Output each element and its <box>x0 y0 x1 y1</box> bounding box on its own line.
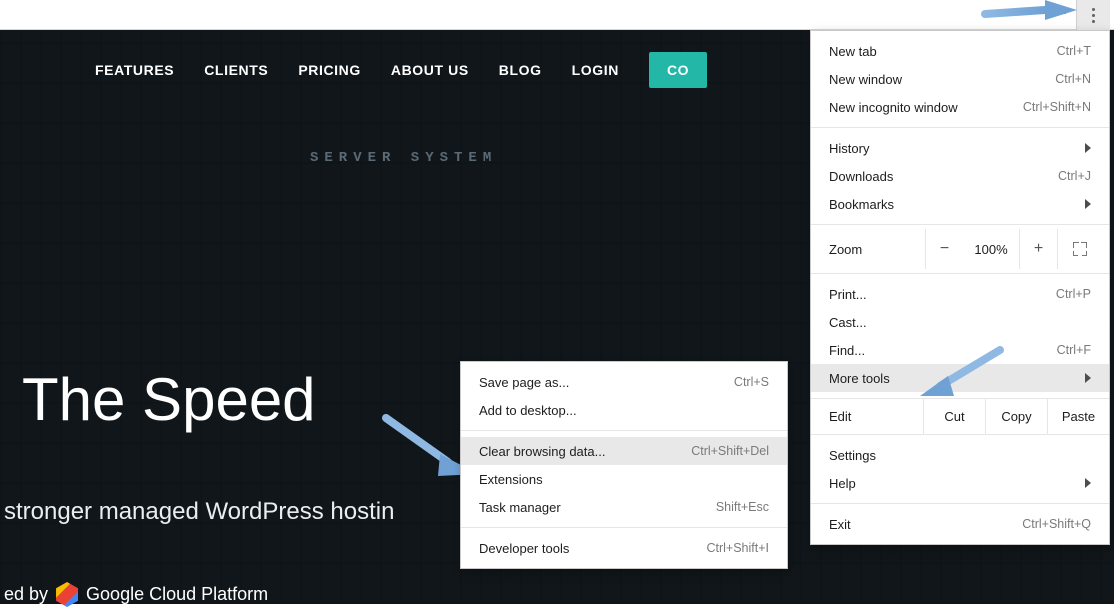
menu-bookmarks[interactable]: Bookmarks <box>811 190 1109 218</box>
menu-find[interactable]: Find... Ctrl+F <box>811 336 1109 364</box>
menu-label: Find... <box>829 343 865 358</box>
menu-shortcut: Ctrl+Shift+Q <box>1022 517 1091 531</box>
menu-label: Extensions <box>479 472 543 487</box>
nav-cta-button[interactable]: CO <box>649 52 707 88</box>
fullscreen-icon <box>1073 242 1087 256</box>
menu-label: Bookmarks <box>829 197 894 212</box>
menu-edit-row: Edit Cut Copy Paste <box>811 399 1109 435</box>
menu-label: Cast... <box>829 315 867 330</box>
nav-pricing[interactable]: PRICING <box>298 62 361 78</box>
gcp-label: Google Cloud Platform <box>86 584 268 605</box>
powered-by: ed by Google Cloud Platform <box>4 582 268 607</box>
menu-settings[interactable]: Settings <box>811 441 1109 469</box>
menu-label: New window <box>829 72 902 87</box>
submenu-save-page[interactable]: Save page as... Ctrl+S <box>461 368 787 396</box>
menu-label: Print... <box>829 287 867 302</box>
menu-shortcut: Ctrl+J <box>1058 169 1091 183</box>
menu-label: Developer tools <box>479 541 569 556</box>
zoom-percent: 100% <box>963 242 1019 257</box>
menu-exit[interactable]: Exit Ctrl+Shift+Q <box>811 510 1109 538</box>
submenu-add-desktop[interactable]: Add to desktop... <box>461 396 787 424</box>
zoom-label: Zoom <box>829 242 862 257</box>
menu-shortcut: Ctrl+Shift+Del <box>691 444 769 458</box>
menu-new-tab[interactable]: New tab Ctrl+T <box>811 37 1109 65</box>
zoom-out-button[interactable]: − <box>925 229 963 269</box>
chrome-menu-button[interactable] <box>1076 0 1110 30</box>
gcp-hex-icon <box>56 582 78 607</box>
nav-features[interactable]: FEATURES <box>95 62 174 78</box>
menu-label: Task manager <box>479 500 561 515</box>
menu-shortcut: Ctrl+T <box>1057 44 1091 58</box>
menu-cast[interactable]: Cast... <box>811 308 1109 336</box>
chrome-more-tools-submenu: Save page as... Ctrl+S Add to desktop...… <box>460 361 788 569</box>
menu-shortcut: Ctrl+S <box>734 375 769 389</box>
menu-downloads[interactable]: Downloads Ctrl+J <box>811 162 1109 190</box>
menu-help[interactable]: Help <box>811 469 1109 497</box>
nav-about[interactable]: ABOUT US <box>391 62 469 78</box>
menu-label: History <box>829 141 869 156</box>
menu-label: Settings <box>829 448 876 463</box>
menu-shortcut: Ctrl+F <box>1057 343 1091 357</box>
browser-toolbar <box>0 0 1114 30</box>
menu-shortcut: Ctrl+P <box>1056 287 1091 301</box>
menu-label: Downloads <box>829 169 893 184</box>
menu-label: New tab <box>829 44 877 59</box>
menu-more-tools[interactable]: More tools <box>811 364 1109 392</box>
submenu-developer-tools[interactable]: Developer tools Ctrl+Shift+I <box>461 534 787 562</box>
submenu-arrow-icon <box>1085 143 1091 153</box>
edit-copy-button[interactable]: Copy <box>985 399 1047 434</box>
submenu-clear-browsing-data[interactable]: Clear browsing data... Ctrl+Shift+Del <box>461 437 787 465</box>
submenu-arrow-icon <box>1085 478 1091 488</box>
chrome-main-menu: New tab Ctrl+T New window Ctrl+N New inc… <box>810 30 1110 545</box>
page-headline: The Speed <box>22 365 316 434</box>
server-system-label: SERVER SYSTEM <box>310 150 497 166</box>
submenu-arrow-icon <box>1085 199 1091 209</box>
menu-zoom-row: Zoom − 100% + <box>811 225 1109 274</box>
zoom-in-button[interactable]: + <box>1019 229 1057 269</box>
menu-label: Clear browsing data... <box>479 444 605 459</box>
edit-paste-button[interactable]: Paste <box>1047 399 1109 434</box>
menu-shortcut: Ctrl+Shift+I <box>706 541 769 555</box>
submenu-task-manager[interactable]: Task manager Shift+Esc <box>461 493 787 521</box>
page-subhead: stronger managed WordPress hostin <box>4 498 394 526</box>
submenu-extensions[interactable]: Extensions <box>461 465 787 493</box>
overflow-caret-icon <box>1056 7 1066 14</box>
nav-clients[interactable]: CLIENTS <box>204 62 268 78</box>
menu-label: Exit <box>829 517 851 532</box>
menu-label: New incognito window <box>829 100 958 115</box>
menu-shortcut: Ctrl+Shift+N <box>1023 100 1091 114</box>
menu-label: Save page as... <box>479 375 569 390</box>
edit-cut-button[interactable]: Cut <box>923 399 985 434</box>
menu-label: More tools <box>829 371 890 386</box>
menu-new-window[interactable]: New window Ctrl+N <box>811 65 1109 93</box>
nav-blog[interactable]: BLOG <box>499 62 542 78</box>
submenu-arrow-icon <box>1085 373 1091 383</box>
menu-label: Help <box>829 476 856 491</box>
menu-shortcut: Ctrl+N <box>1055 72 1091 86</box>
edit-label: Edit <box>811 399 923 434</box>
menu-label: Add to desktop... <box>479 403 577 418</box>
fullscreen-button[interactable] <box>1057 229 1101 269</box>
powered-by-label: ed by <box>4 584 48 605</box>
menu-shortcut: Shift+Esc <box>716 500 769 514</box>
menu-history[interactable]: History <box>811 134 1109 162</box>
menu-new-incognito[interactable]: New incognito window Ctrl+Shift+N <box>811 93 1109 121</box>
menu-print[interactable]: Print... Ctrl+P <box>811 280 1109 308</box>
nav-login[interactable]: LOGIN <box>572 62 619 78</box>
three-dots-icon <box>1092 8 1095 23</box>
